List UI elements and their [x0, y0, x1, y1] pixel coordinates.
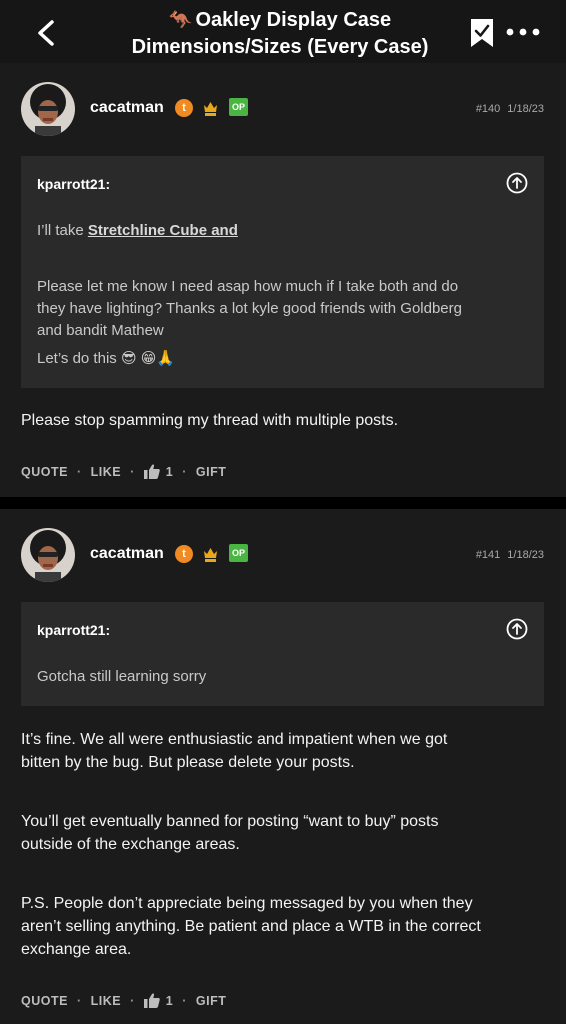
bookmark-icon[interactable]: [470, 18, 494, 48]
like-button[interactable]: LIKE: [91, 994, 121, 1008]
quote-block: kparrott21: I’ll take Stretchline Cube a…: [21, 156, 544, 388]
avatar-image: [21, 82, 75, 136]
separator: ·: [76, 464, 82, 479]
back-icon[interactable]: [30, 14, 64, 52]
quote-paragraph-line: Please let me know I need asap how much …: [37, 278, 459, 295]
post-date: 1/18/23: [507, 549, 544, 561]
trader-badge-icon: t: [175, 99, 193, 117]
post-141: cacatman t OP #141 1/18/23 kparrott21: Go…: [0, 509, 566, 1024]
more-options-icon[interactable]: [505, 21, 541, 43]
quote-paragraph-line: and bandit Mathew: [37, 322, 164, 339]
separator: ·: [76, 993, 82, 1008]
author-name[interactable]: cacatman: [90, 99, 164, 117]
post-body-line: It’s fine. We all were enthusiastic and …: [21, 731, 448, 748]
post-meta: #140 1/18/23: [476, 103, 544, 115]
gift-button[interactable]: GIFT: [196, 994, 226, 1008]
like-count: 1: [165, 993, 174, 1008]
avatar[interactable]: [21, 528, 75, 582]
avatar[interactable]: [21, 82, 75, 136]
post-body-line: You’ll get eventually banned for posting…: [21, 813, 439, 830]
kangaroo-icon: 🦘: [168, 10, 193, 31]
post-body-line: outside of the exchange areas.: [21, 836, 240, 853]
quote-button[interactable]: QUOTE: [21, 465, 68, 479]
quote-paragraph-line: they have lighting? Thanks a lot kyle go…: [37, 300, 462, 317]
separator: ·: [130, 993, 135, 1008]
post-actions: QUOTE · LIKE · 1 · GIFT: [21, 464, 226, 479]
thumbs-up-icon: [143, 993, 160, 1008]
quote-line: I’ll take Stretchline Cube and: [37, 222, 238, 239]
like-count: 1: [165, 464, 174, 479]
top-bar: 🦘 Oakley Display Case Dimensions/Sizes (E…: [0, 0, 566, 63]
quote-last-line: Let’s do this 😎 😁🙏: [37, 350, 176, 367]
separator: ·: [182, 464, 187, 479]
post-body-line: P.S. People don’t appreciate being messa…: [21, 895, 473, 912]
avatar-image: [21, 528, 75, 582]
like-button[interactable]: LIKE: [91, 465, 121, 479]
crown-badge-icon: [204, 102, 217, 116]
jump-to-quote-icon[interactable]: [506, 618, 528, 640]
thumbs-up-icon: [143, 464, 160, 479]
quote-button[interactable]: QUOTE: [21, 994, 68, 1008]
separator: ·: [130, 464, 135, 479]
post-number[interactable]: #140: [476, 103, 500, 115]
post-date: 1/18/23: [507, 103, 544, 115]
quote-link[interactable]: Stretchline Cube and: [88, 222, 238, 239]
post-meta: #141 1/18/23: [476, 549, 544, 561]
thread-title: 🦘 Oakley Display Case Dimensions/Sizes (E…: [131, 9, 429, 58]
post-body-line: aren’t selling anything. Be patient and …: [21, 918, 481, 935]
post-body-line: bitten by the bug. But please delete you…: [21, 754, 355, 771]
op-badge: OP: [229, 98, 248, 116]
author-name[interactable]: cacatman: [90, 545, 164, 563]
quote-line: Gotcha still learning sorry: [37, 668, 207, 685]
post-body-line: Please stop spamming my thread with mult…: [21, 412, 399, 429]
quote-block: kparrott21: Gotcha still learning sorry: [21, 602, 544, 706]
crown-badge-icon: [204, 548, 217, 562]
separator: ·: [182, 993, 187, 1008]
post-body-line: exchange area.: [21, 941, 132, 958]
gift-button[interactable]: GIFT: [196, 465, 226, 479]
op-badge: OP: [229, 544, 248, 562]
quote-author: kparrott21:: [37, 622, 111, 638]
trader-badge-icon: t: [175, 545, 193, 563]
quote-author: kparrott21:: [37, 176, 111, 192]
jump-to-quote-icon[interactable]: [506, 172, 528, 194]
post-140: cacatman t OP #140 1/18/23 kparrott21: I’…: [0, 63, 566, 497]
post-number[interactable]: #141: [476, 549, 500, 561]
post-actions: QUOTE · LIKE · 1 · GIFT: [21, 993, 226, 1008]
